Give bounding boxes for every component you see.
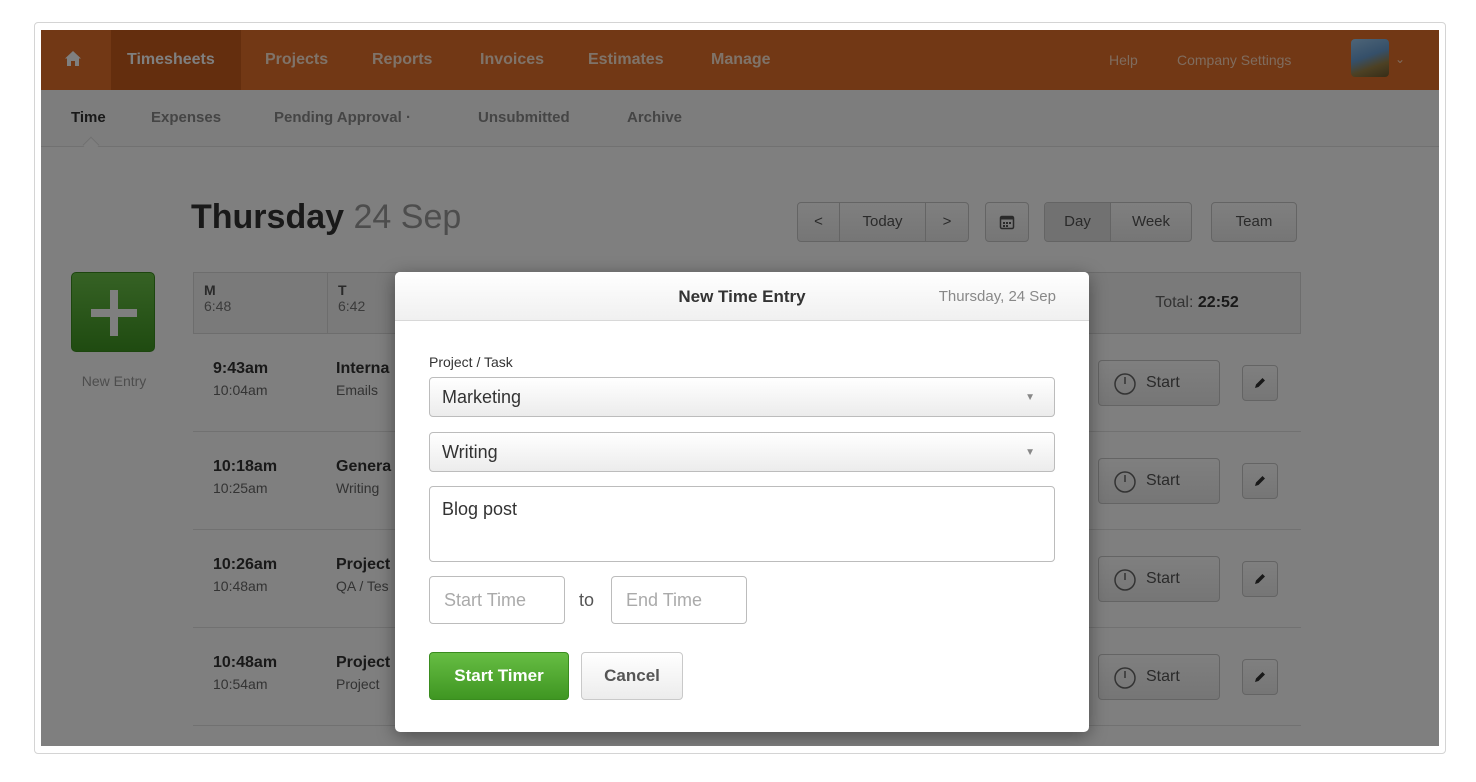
task-select-value: Writing	[442, 442, 498, 462]
notes-field[interactable]: Blog post	[429, 486, 1055, 562]
project-select[interactable]: Marketing ▼	[429, 377, 1055, 417]
new-time-entry-dialog: New Time Entry Thursday, 24 Sep Project …	[395, 272, 1089, 732]
cancel-button[interactable]: Cancel	[581, 652, 683, 700]
dialog-date: Thursday, 24 Sep	[938, 288, 1056, 305]
start-timer-submit-button[interactable]: Start Timer	[429, 652, 569, 700]
dropdown-arrow-icon: ▼	[1025, 447, 1035, 458]
start-time-input[interactable]	[429, 576, 565, 624]
to-label: to	[579, 590, 595, 610]
dropdown-arrow-icon: ▼	[1025, 392, 1035, 403]
task-select[interactable]: Writing ▼	[429, 432, 1055, 472]
app-frame: Timesheets Projects Reports Invoices Est…	[34, 22, 1446, 754]
end-time-input[interactable]	[611, 576, 747, 624]
project-select-value: Marketing	[442, 387, 522, 407]
app-window: Timesheets Projects Reports Invoices Est…	[41, 30, 1439, 746]
dialog-header: New Time Entry Thursday, 24 Sep	[395, 272, 1089, 321]
project-task-label: Project / Task	[429, 354, 513, 370]
